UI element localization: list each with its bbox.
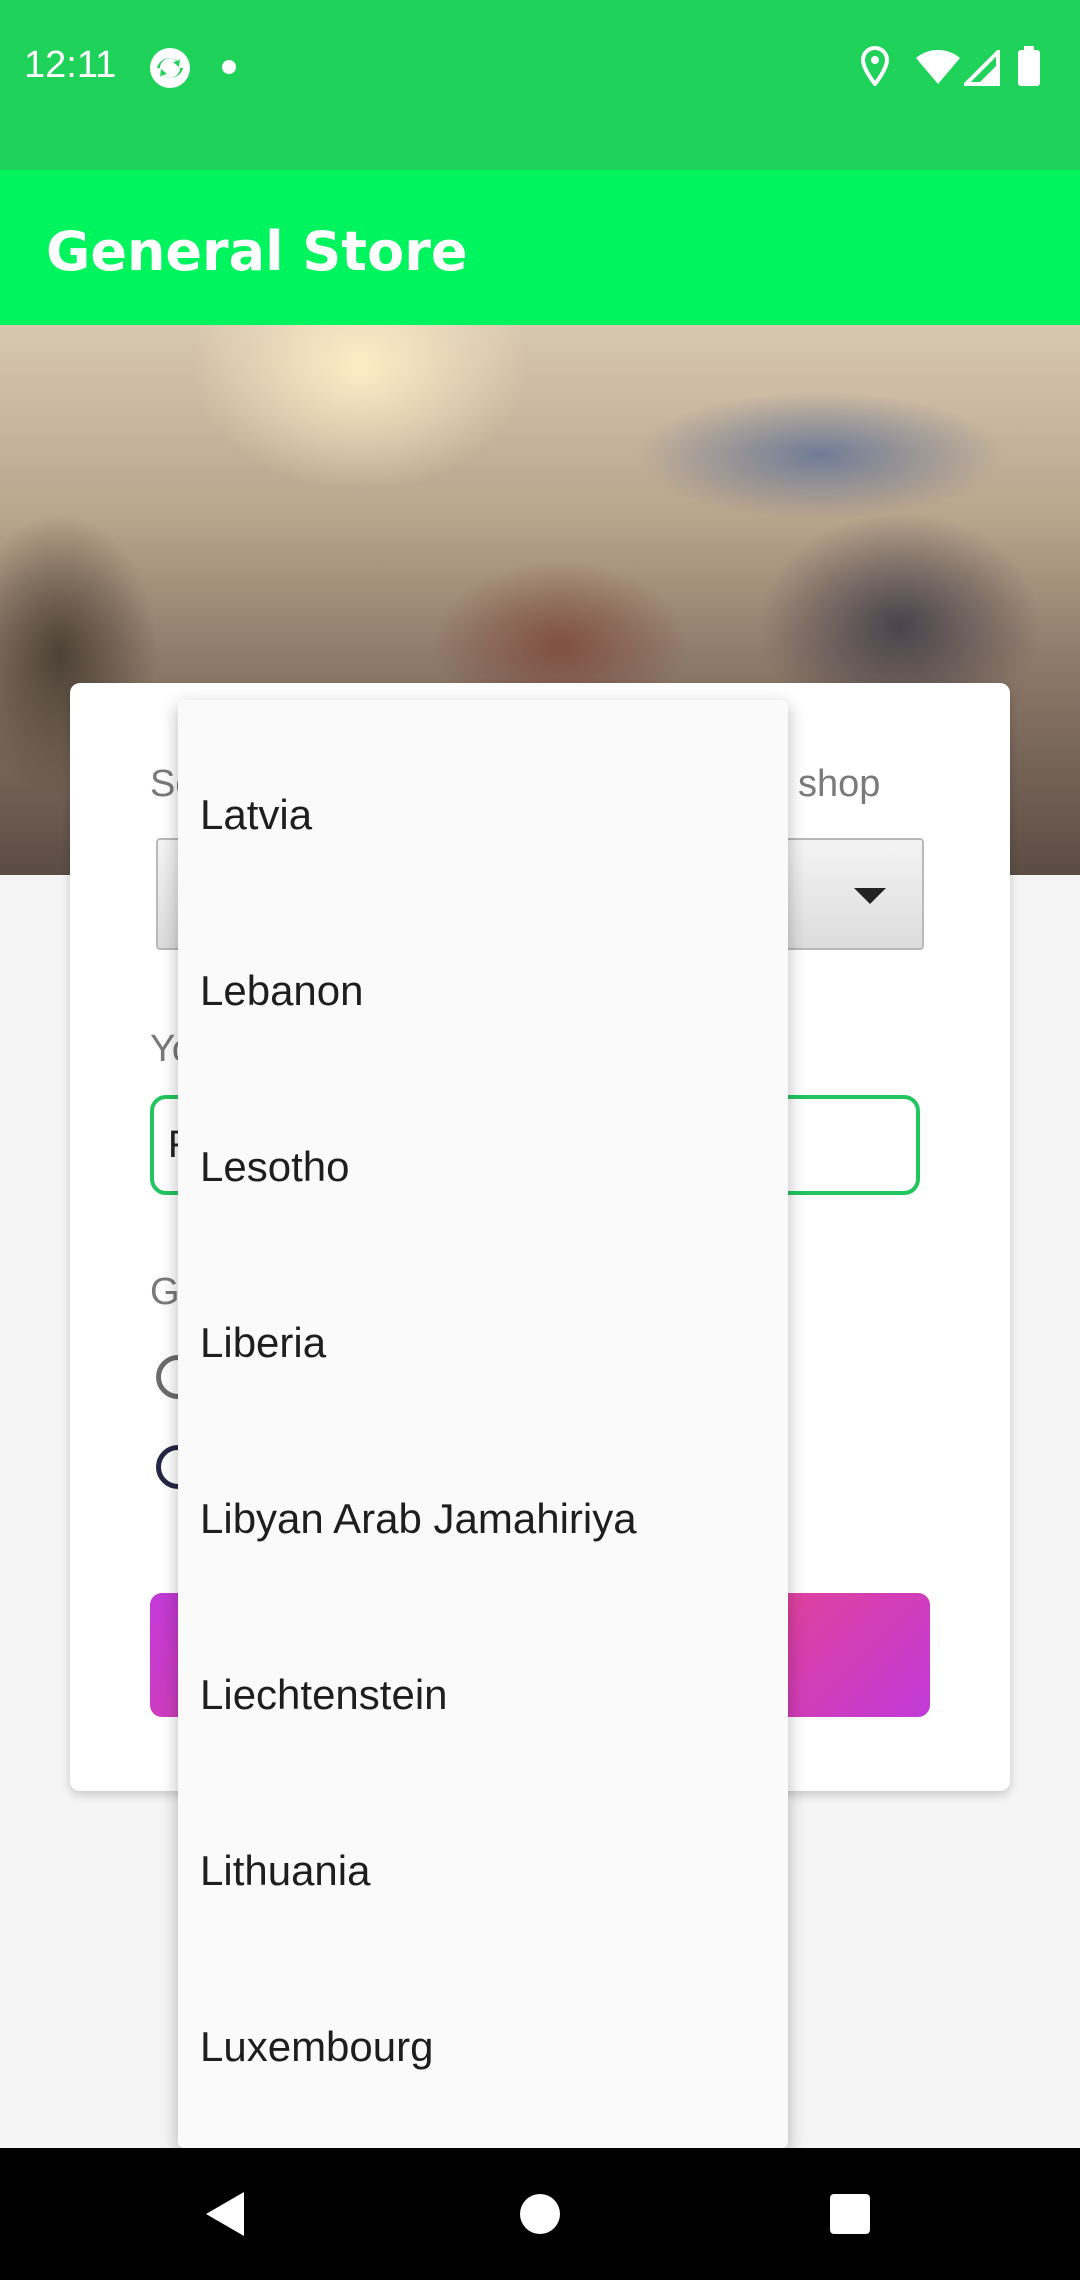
status-icons <box>860 46 1060 90</box>
country-dropdown-list: Latvia Lebanon Lesotho Liberia Libyan Ar… <box>178 700 788 2148</box>
country-label-tail: shop <box>798 763 881 805</box>
gender-label: G <box>150 1271 180 1313</box>
back-icon[interactable] <box>206 2192 244 2236</box>
dropdown-item[interactable]: Latvia <box>178 727 788 903</box>
recents-icon[interactable] <box>830 2194 870 2234</box>
dropdown-item[interactable]: Liberia <box>178 1255 788 1431</box>
dropdown-item[interactable]: Lebanon <box>178 903 788 1079</box>
dropdown-item[interactable]: Liechtenstein <box>178 1607 788 1783</box>
dropdown-item[interactable]: Luxembourg <box>178 1959 788 2135</box>
navigation-bar <box>0 2148 1080 2280</box>
home-icon[interactable] <box>520 2194 560 2234</box>
dropdown-item[interactable]: Lithuania <box>178 1783 788 1959</box>
location-icon <box>860 46 890 86</box>
wifi-icon <box>916 50 960 84</box>
dropdown-item[interactable]: Lesotho <box>178 1079 788 1255</box>
status-time: 12:11 <box>24 44 117 86</box>
sync-icon <box>150 48 190 88</box>
app-bar: General Store <box>0 170 1080 325</box>
cellular-icon <box>964 50 1000 86</box>
app-title: General Store <box>46 220 468 283</box>
dropdown-arrow-icon <box>854 888 886 904</box>
status-bar: 12:11 <box>0 0 1080 170</box>
dropdown-item[interactable]: Libyan Arab Jamahiriya <box>178 1431 788 1607</box>
battery-icon <box>1018 46 1040 86</box>
notification-dot-icon <box>222 60 236 74</box>
